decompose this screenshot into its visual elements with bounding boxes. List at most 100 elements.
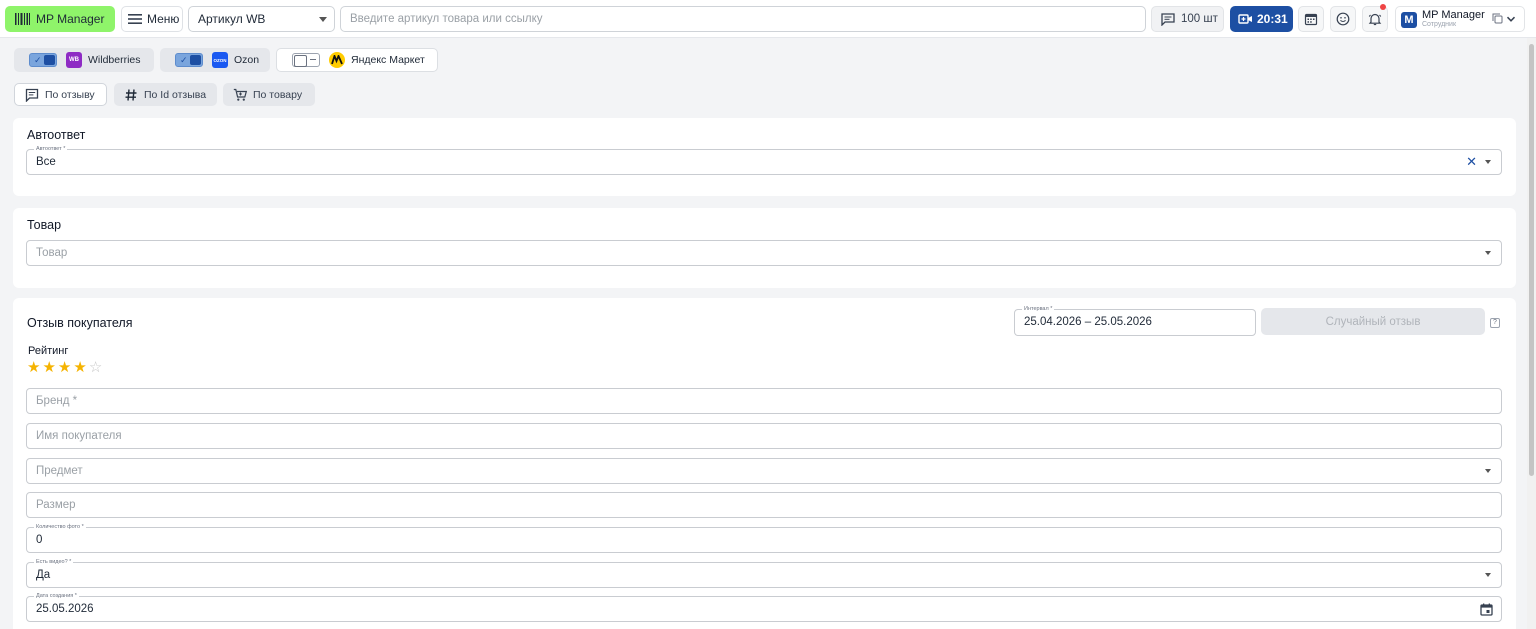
interval-value: 25.04.2026 – 25.05.2026 (1024, 316, 1152, 328)
star-icon[interactable]: ★ (73, 360, 86, 376)
clear-icon[interactable]: ✕ (1466, 154, 1477, 170)
review-count-button[interactable]: 100 шт (1151, 6, 1224, 32)
bell-icon (1368, 13, 1382, 26)
field-label: Дата создания * (34, 592, 79, 600)
field-label: Интервал * (1022, 305, 1055, 313)
calendar-icon[interactable] (1480, 603, 1493, 616)
review-card: Отзыв покупателя Интервал * 25.04.2026 –… (13, 298, 1516, 629)
autoanswer-title: Автоответ (27, 128, 86, 142)
star-icon[interactable]: ★ (27, 360, 40, 376)
size-placeholder: Размер (36, 499, 76, 511)
toggle-switch[interactable]: ✓ (29, 53, 57, 67)
top-bar: MP Manager Меню Артикул WB 100 шт 20:31 (0, 0, 1536, 38)
product-title: Товар (27, 218, 62, 232)
yandex-market-logo-icon (329, 52, 345, 68)
calendar-button[interactable] (1298, 6, 1324, 32)
product-card: Товар Товар (13, 208, 1516, 288)
user-role: Сотрудник (1422, 21, 1457, 28)
chevron-down-icon (1485, 251, 1491, 255)
field-label: Есть видео? * (34, 558, 74, 566)
product-placeholder: Товар (36, 247, 68, 259)
article-type-value: Артикул WB (198, 12, 266, 26)
rating-label: Рейтинг (28, 345, 69, 357)
tab-by-review-id[interactable]: По Id отзыва (114, 83, 217, 106)
star-empty-icon[interactable]: ☆ (89, 360, 102, 376)
size-field[interactable]: Размер (26, 492, 1502, 518)
copy-icon[interactable] (1492, 13, 1503, 24)
video-camera-icon (1238, 14, 1252, 24)
autoanswer-value: Все (36, 156, 56, 168)
autoanswer-select[interactable]: Автоответ * Все ✕ (26, 145, 1502, 175)
chevron-down-icon[interactable] (1506, 14, 1516, 24)
article-type-select[interactable]: Артикул WB (188, 6, 335, 32)
field-label: Автоответ * (34, 145, 68, 153)
photo-count-field[interactable]: Количество фото * 0 (26, 523, 1502, 553)
hamburger-icon (128, 14, 142, 24)
page-scrollbar[interactable] (1527, 38, 1536, 629)
marketplace-label: Ozon (234, 54, 260, 66)
field-label: Количество фото * (34, 523, 86, 531)
chevron-down-icon (1485, 573, 1491, 577)
review-title: Отзыв покупателя (27, 316, 133, 330)
time-label: 20:31 (1257, 12, 1288, 26)
buyer-name-placeholder: Имя покупателя (36, 430, 122, 442)
user-name: MP Manager (1422, 9, 1485, 21)
comment-icon (25, 88, 39, 102)
barcode-logo-icon (15, 13, 30, 25)
scrollbar-thumb[interactable] (1529, 44, 1534, 476)
buyer-name-field[interactable]: Имя покупателя (26, 423, 1502, 449)
tab-label: По товару (253, 88, 303, 101)
comment-icon (1161, 12, 1175, 26)
tab-by-review[interactable]: По отзыву (14, 83, 107, 106)
created-date-value: 25.05.2026 (36, 603, 94, 615)
rating-stars[interactable]: ★ ★ ★ ★ ☆ (27, 360, 102, 376)
menu-button[interactable]: Меню (121, 6, 183, 32)
marketplace-label: Яндекс Маркет (351, 54, 425, 66)
interval-picker[interactable]: Интервал * 25.04.2026 – 25.05.2026 (1014, 305, 1256, 336)
hash-icon (125, 88, 137, 101)
random-review-label: Случайный отзыв (1325, 315, 1421, 328)
logo-button[interactable]: MP Manager (5, 6, 115, 32)
smile-icon (1336, 12, 1350, 26)
has-video-select[interactable]: Есть видео? * Да (26, 558, 1502, 588)
logo-label: MP Manager (36, 12, 105, 26)
help-icon[interactable]: ? (1490, 318, 1500, 328)
marketplace-toggle-ozon[interactable]: ✓ OZON Ozon (160, 48, 270, 72)
toggle-switch[interactable]: ✓ (175, 53, 203, 67)
video-time-button[interactable]: 20:31 (1230, 6, 1293, 32)
product-select[interactable]: Товар (26, 240, 1502, 266)
marketplace-toggle-yandex[interactable]: Яндекс Маркет (276, 48, 438, 72)
notification-dot (1380, 4, 1386, 10)
menu-label: Меню (147, 12, 180, 26)
random-review-button[interactable]: Случайный отзыв (1261, 308, 1485, 335)
marketplace-toggle-wildberries[interactable]: ✓ WB Wildberries (14, 48, 154, 72)
chevron-down-icon (1485, 469, 1491, 473)
chevron-down-icon (319, 17, 327, 22)
avatar: M (1401, 12, 1417, 28)
brand-field[interactable]: Бренд * (26, 388, 1502, 414)
photo-count-value: 0 (36, 534, 43, 546)
ozon-logo-icon: OZON (212, 52, 228, 68)
star-icon[interactable]: ★ (58, 360, 71, 376)
marketplace-label: Wildberries (88, 54, 141, 66)
calendar-icon (1304, 13, 1318, 26)
created-date-field[interactable]: Дата создания * 25.05.2026 (26, 592, 1502, 622)
autoanswer-card: Автоответ Автоответ * Все ✕ (13, 118, 1516, 196)
wildberries-logo-icon: WB (66, 52, 82, 68)
tab-label: По Id отзыва (144, 88, 207, 101)
toggle-switch[interactable] (292, 53, 320, 67)
star-icon[interactable]: ★ (42, 360, 55, 376)
smile-button[interactable] (1330, 6, 1356, 32)
subject-placeholder: Предмет (36, 465, 83, 477)
subject-select[interactable]: Предмет (26, 458, 1502, 484)
cart-icon (233, 88, 247, 101)
notifications-button[interactable] (1362, 4, 1388, 32)
tab-label: По отзыву (45, 88, 95, 101)
search-input[interactable] (340, 6, 1146, 32)
tab-by-product[interactable]: По товару (223, 83, 315, 106)
user-menu[interactable]: M MP Manager Сотрудник (1395, 6, 1525, 32)
review-count-label: 100 шт (1181, 13, 1218, 25)
has-video-value: Да (36, 569, 51, 581)
brand-placeholder: Бренд * (36, 395, 78, 407)
chevron-down-icon (1485, 160, 1491, 164)
